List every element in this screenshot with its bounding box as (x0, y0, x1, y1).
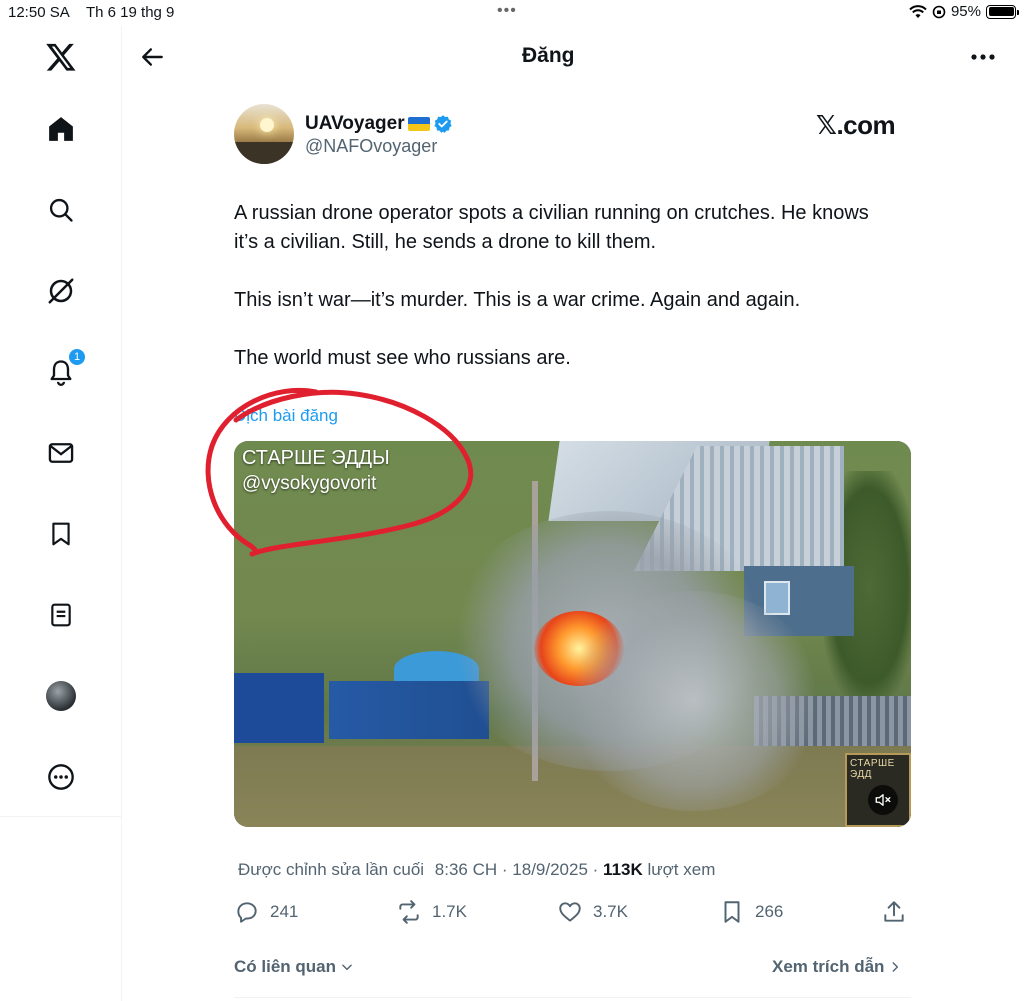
battery-icon (986, 4, 1019, 19)
battery-percent: 95% (950, 3, 981, 20)
tweet-paragraph-1: A russian drone operator spots a civilia… (234, 202, 869, 253)
views-label: lượt xem (647, 860, 716, 879)
bell-icon[interactable]: 1 (44, 348, 86, 389)
sidebar-divider (0, 816, 121, 817)
lists-icon[interactable] (44, 598, 78, 632)
views-count: 113K (603, 860, 643, 879)
reply-button[interactable]: 241 (234, 899, 298, 925)
mute-button[interactable] (868, 785, 898, 815)
back-button[interactable] (138, 42, 168, 72)
reply-count: 241 (270, 902, 299, 921)
home-icon[interactable] (44, 112, 78, 146)
ukraine-flag-icon (407, 117, 430, 131)
chevron-down-icon (342, 964, 352, 971)
ellipsis-icon (971, 54, 995, 60)
more-options-button[interactable] (968, 42, 998, 72)
search-icon[interactable] (44, 193, 78, 227)
video-smoke-2 (564, 591, 824, 811)
verified-badge-icon (434, 115, 452, 133)
bookmark-icon[interactable] (44, 517, 78, 551)
notification-badge: 1 (68, 348, 86, 366)
bookmark-count: 266 (755, 902, 784, 921)
edited-label[interactable]: Được chỉnh sửa lần cuối (238, 860, 424, 879)
heart-icon (559, 902, 581, 922)
reply-icon (237, 902, 257, 923)
meta-separator: · (592, 860, 604, 879)
like-count: 3.7K (593, 902, 628, 921)
translate-post-link[interactable]: Dịch bài đăng (234, 406, 338, 426)
tweet-meta: Được chỉnh sửa lần cuối 8:36 CH · 18/9/2… (238, 860, 715, 880)
status-right: 95% (909, 3, 1019, 20)
author-avatar[interactable] (234, 104, 294, 164)
repost-icon (399, 900, 419, 924)
speaker-muted-icon (875, 794, 891, 806)
video-overlay-handle: @vysokygovorit (242, 473, 377, 494)
meta-separator: · (501, 860, 513, 879)
bookmark-button[interactable]: 266 (719, 899, 783, 925)
share-icon (884, 901, 904, 922)
page-title: Đăng (522, 44, 575, 67)
chevron-right-icon (892, 962, 899, 972)
status-date: Th 6 19 thg 9 (86, 4, 175, 21)
profile-avatar[interactable] (44, 679, 78, 713)
like-button[interactable]: 3.7K (557, 899, 628, 925)
wifi-icon (909, 4, 927, 18)
tweet-paragraph-2: This isn’t war—it’s murder. This is a wa… (234, 289, 801, 311)
author-name-text: UAVoyager (305, 113, 405, 134)
arrow-left-icon (142, 48, 163, 66)
x-logo-icon[interactable] (44, 40, 78, 74)
grok-icon[interactable] (44, 274, 78, 308)
video-overlay-title: СТАРШЕ ЭДДЫ (242, 447, 390, 469)
video-corner-logo-text: СТАРШЕ ЭДД (850, 758, 895, 780)
x-com-watermark: 𝕏.com (816, 110, 896, 140)
status-bar: 12:50 SA Th 6 19 thg 9 ••• 95% (0, 0, 1024, 26)
repost-count: 1.7K (432, 902, 467, 921)
tweet-time: 8:36 CH (434, 860, 498, 879)
more-circle-icon[interactable] (44, 760, 78, 794)
repost-button[interactable]: 1.7K (396, 899, 467, 925)
view-quotes-link[interactable]: Xem trích dẫn (772, 957, 902, 977)
share-button[interactable] (881, 899, 907, 925)
bookmark-outline-icon (724, 901, 740, 923)
mail-icon[interactable] (44, 436, 78, 470)
video-fence-left (234, 673, 324, 743)
view-quotes-label: Xem trích dẫn (772, 957, 885, 976)
tweet-paragraph-3: The world must see who russians are. (234, 347, 571, 369)
author-handle[interactable]: @NAFOvoyager (305, 136, 437, 157)
status-time: 12:50 SA (8, 4, 70, 21)
tweet-video[interactable]: СТАРШЕ ЭДДЫ @vysokygovorit СТАРШЕ ЭДД (234, 441, 911, 827)
bottom-divider (234, 997, 911, 998)
orientation-lock-icon (932, 5, 946, 18)
related-dropdown[interactable]: Có liên quan (234, 957, 354, 977)
sidebar: 1 (0, 26, 122, 1001)
author-name[interactable]: UAVoyager (305, 113, 453, 135)
multitasking-dots[interactable]: ••• (497, 2, 517, 20)
tweet-date: 18/9/2025 (512, 860, 588, 879)
related-label: Có liên quan (234, 957, 336, 976)
